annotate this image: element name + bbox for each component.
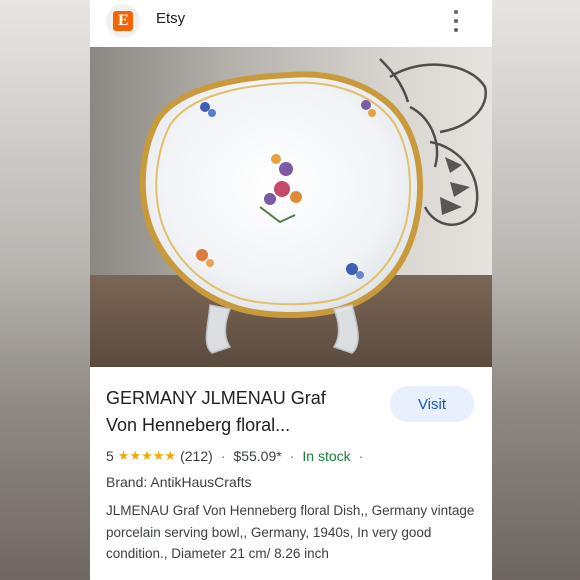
- etsy-logo-icon[interactable]: E: [106, 4, 140, 38]
- background-left: [0, 0, 90, 580]
- stock-status: In stock: [302, 448, 351, 464]
- rating-value: 5: [106, 448, 114, 464]
- visit-button[interactable]: Visit: [390, 386, 474, 422]
- site-header: E Etsy: [90, 0, 492, 47]
- product-description: JLMENAU Graf Von Henneberg floral Dish,,…: [106, 503, 475, 561]
- product-title[interactable]: GERMANY JLMENAU Graf Von Henneberg flora…: [106, 385, 356, 439]
- separator: ·: [289, 448, 295, 464]
- separator: ·: [220, 448, 226, 464]
- site-name[interactable]: Etsy: [156, 10, 185, 27]
- product-image[interactable]: [90, 47, 492, 367]
- separator: ·: [358, 448, 364, 464]
- kebab-menu-icon[interactable]: [452, 10, 460, 32]
- price: $55.09*: [233, 448, 282, 464]
- star-rating-icon: ★★★★★: [117, 448, 177, 464]
- brand: Brand: AntikHausCrafts: [106, 474, 252, 490]
- product-meta: 5 ★★★★★ (212) · $55.09* · In stock ·: [106, 446, 371, 466]
- logo-letter: E: [113, 11, 133, 31]
- background-right: [492, 0, 580, 580]
- review-count[interactable]: (212): [180, 448, 213, 464]
- product-card[interactable]: E Etsy GERMANY JLMENAU Graf Von Henneber…: [90, 0, 492, 580]
